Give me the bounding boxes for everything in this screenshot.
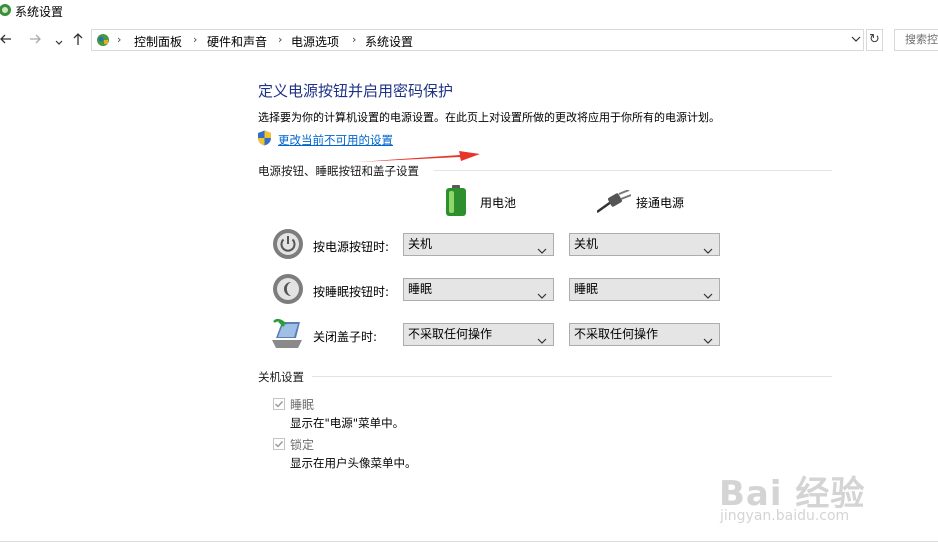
control-panel-icon [95, 32, 111, 51]
sleep-checkbox[interactable] [273, 398, 285, 410]
search-input[interactable]: 搜索控制面板 [894, 29, 938, 51]
column-label-battery: 用电池 [480, 196, 517, 210]
lid-close-plugged-select[interactable]: 不采取任何操作 [569, 323, 720, 346]
section-divider [312, 376, 832, 377]
select-value: 睡眠 [574, 282, 599, 296]
window-title: 系统设置 [15, 5, 64, 19]
chevron-down-icon [703, 241, 713, 262]
uac-shield-icon [257, 130, 272, 149]
column-label-plugged-in: 接通电源 [636, 196, 685, 210]
sleep-button-plugged-select[interactable]: 睡眠 [569, 278, 720, 301]
select-value: 关机 [574, 237, 599, 251]
address-history-chevron-down-icon[interactable] [851, 33, 861, 47]
navigation-bar: › 控制面板 › 硬件和声音 › 电源选项 › 系统设置 ↻ 搜索控制面板 [0, 28, 938, 54]
chevron-down-icon [537, 241, 547, 262]
sleep-checkbox-description: 显示在"电源"菜单中。 [290, 416, 405, 430]
power-button-plugged-select[interactable]: 关机 [569, 233, 720, 256]
select-value: 睡眠 [408, 282, 433, 296]
select-value: 关机 [408, 237, 433, 251]
change-unavailable-settings-link[interactable]: 更改当前不可用的设置 [278, 132, 393, 148]
lock-checkbox-description: 显示在用户头像菜单中。 [290, 456, 417, 470]
sleep-checkbox-label: 睡眠 [290, 398, 315, 412]
power-button-icon [272, 228, 304, 263]
breadcrumb-item-hardware-sound[interactable]: 硬件和声音 [207, 33, 267, 50]
lock-checkbox[interactable] [273, 438, 285, 450]
sleep-button-battery-select[interactable]: 睡眠 [403, 278, 554, 301]
chevron-down-icon [537, 331, 547, 352]
sleep-button-icon [272, 273, 304, 308]
battery-icon [445, 185, 467, 220]
refresh-icon: ↻ [869, 32, 880, 47]
refresh-button[interactable]: ↻ [866, 29, 883, 51]
back-arrow-icon[interactable] [0, 33, 12, 48]
laptop-lid-icon [270, 318, 306, 353]
lid-close-row-label: 关闭盖子时: [313, 330, 378, 344]
power-button-battery-select[interactable]: 关机 [403, 233, 554, 256]
up-arrow-icon[interactable] [72, 33, 84, 49]
forward-arrow-icon[interactable] [29, 33, 41, 48]
select-value: 不采取任何操作 [408, 327, 493, 341]
breadcrumb-separator: › [352, 33, 357, 46]
power-button-row-label: 按电源按钮时: [313, 240, 390, 254]
breadcrumb-item-control-panel[interactable]: 控制面板 [134, 33, 182, 50]
shutdown-section-heading: 关机设置 [258, 370, 304, 384]
watermark-url: jingyan.baidu.com [720, 508, 850, 524]
chevron-down-icon [703, 331, 713, 352]
address-bar[interactable]: › 控制面板 › 硬件和声音 › 电源选项 › 系统设置 [91, 29, 864, 51]
breadcrumb-separator: › [117, 33, 122, 46]
section-divider [434, 170, 832, 171]
window-bottom-border [0, 541, 938, 542]
title-bar: 系统设置 [0, 0, 938, 24]
lock-checkbox-label: 锁定 [290, 438, 315, 452]
page-title: 定义电源按钮并启用密码保护 [258, 82, 454, 100]
breadcrumb-separator: › [193, 33, 198, 46]
select-value: 不采取任何操作 [574, 327, 659, 341]
recent-locations-chevron-down-icon[interactable] [55, 35, 63, 49]
control-panel-icon [0, 3, 12, 20]
sleep-button-row-label: 按睡眠按钮时: [313, 285, 390, 299]
breadcrumb-item-power-options[interactable]: 电源选项 [291, 33, 339, 50]
lid-close-battery-select[interactable]: 不采取任何操作 [403, 323, 554, 346]
power-buttons-section-heading: 电源按钮、睡眠按钮和盖子设置 [258, 164, 419, 178]
breadcrumb-separator: › [278, 33, 283, 46]
power-plug-icon [596, 189, 632, 217]
page-description: 选择要为你的计算机设置的电源设置。在此页上对设置所做的更改将应用于你所有的电源计… [258, 111, 720, 124]
chevron-down-icon [537, 286, 547, 307]
breadcrumb-item-system-settings[interactable]: 系统设置 [365, 33, 413, 50]
chevron-down-icon [703, 286, 713, 307]
